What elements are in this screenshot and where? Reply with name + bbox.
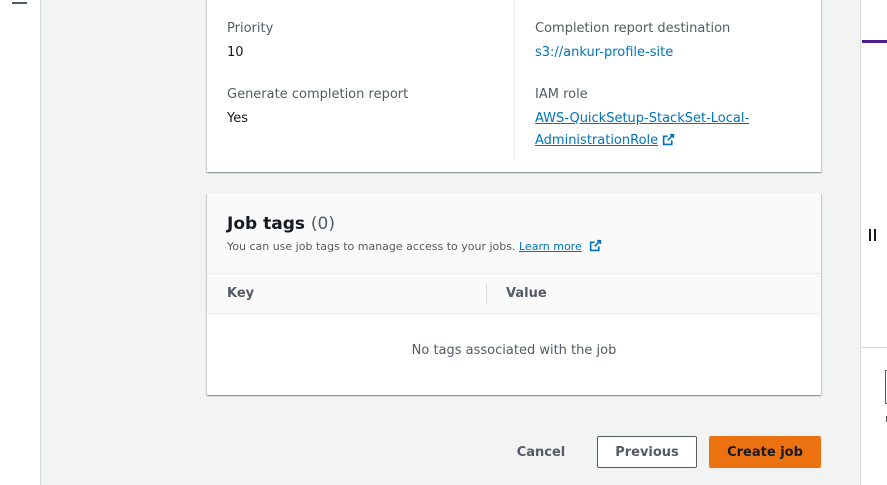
- left-rail: [0, 0, 40, 485]
- iam-role-field: IAM role AWS-QuickSetup-StackSet-Local- …: [535, 86, 749, 152]
- column-divider: [514, 0, 515, 160]
- external-link-icon[interactable]: [662, 133, 675, 146]
- job-tags-card: Job tags (0) You can use job tags to man…: [207, 193, 821, 395]
- create-job-button[interactable]: Create job: [709, 436, 821, 468]
- iam-role-link[interactable]: AWS-QuickSetup-StackSet-Local- Administr…: [535, 108, 749, 152]
- active-tab-indicator: [862, 40, 887, 43]
- report-destination-field: Completion report destination s3://ankur…: [535, 20, 730, 64]
- learn-more-link[interactable]: Learn more: [519, 240, 582, 253]
- job-tags-title-text: Job tags: [227, 214, 305, 234]
- job-tags-description: You can use job tags to manage access to…: [227, 239, 602, 255]
- job-tags-title: Job tags (0): [227, 213, 335, 235]
- priority-value: 10: [227, 45, 244, 60]
- job-tags-description-text: You can use job tags to manage access to…: [227, 240, 516, 253]
- priority-field: Priority 10: [227, 20, 273, 62]
- report-destination-link[interactable]: s3://ankur-profile-site: [535, 42, 730, 64]
- job-tags-count: (0): [310, 214, 335, 234]
- menu-icon[interactable]: [12, 2, 27, 4]
- completion-report-value: Yes: [227, 111, 248, 126]
- report-destination-label: Completion report destination: [535, 21, 731, 36]
- job-tags-table-header: Key Value: [207, 274, 821, 314]
- iam-role-label: IAM role: [535, 87, 588, 102]
- cancel-button[interactable]: Cancel: [507, 436, 575, 468]
- iam-role-link-line1[interactable]: AWS-QuickSetup-StackSet-Local-: [535, 108, 749, 130]
- previous-button[interactable]: Previous: [597, 436, 697, 468]
- job-tags-header: Job tags (0) You can use job tags to man…: [207, 193, 821, 274]
- job-details-card: Priority 10 Generate completion report Y…: [207, 0, 821, 172]
- right-side-panel: [860, 0, 887, 485]
- completion-report-label: Generate completion report: [227, 87, 409, 102]
- panel-divider: [862, 347, 887, 348]
- main-content: Priority 10 Generate completion report Y…: [41, 0, 860, 485]
- completion-report-field: Generate completion report Yes: [227, 86, 408, 128]
- iam-role-link-line2[interactable]: AdministrationRole: [535, 133, 658, 148]
- column-header-key[interactable]: Key: [227, 286, 254, 301]
- external-link-icon[interactable]: [589, 239, 602, 252]
- priority-label: Priority: [227, 21, 274, 36]
- empty-state-message: No tags associated with the job: [411, 343, 617, 358]
- column-header-value[interactable]: Value: [506, 286, 547, 301]
- column-resizer[interactable]: [486, 284, 487, 304]
- pause-icon[interactable]: [869, 229, 877, 241]
